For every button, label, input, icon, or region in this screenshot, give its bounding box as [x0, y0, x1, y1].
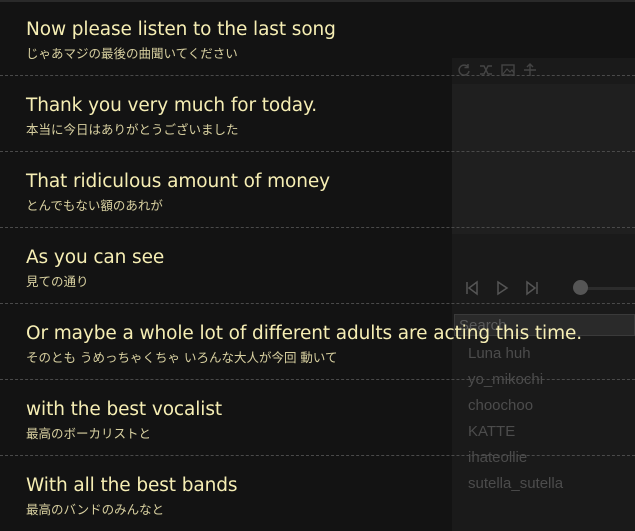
lyric-english: Thank you very much for today.: [26, 95, 318, 116]
lyric-japanese: じゃあマジの最後の曲聞いてください: [26, 46, 238, 61]
lyric-line: That ridiculous amount of money とんでもない額の…: [0, 152, 635, 228]
lyric-japanese: そのとも うめっちゃくちゃ いろんな大人が今回 動いて: [26, 350, 338, 365]
lyrics-overlay-page: Luna huh yo_mikochi choochoo KATTE ihate…: [0, 0, 635, 531]
lyric-japanese: 最高のボーカリストと: [26, 426, 152, 441]
lyric-line: Or maybe a whole lot of different adults…: [0, 304, 635, 380]
lyric-english: With all the best bands: [26, 475, 238, 496]
lyric-english: Or maybe a whole lot of different adults…: [26, 323, 583, 344]
lyric-english: As you can see: [26, 247, 165, 268]
lyric-line: Thank you very much for today. 本当に今日はありが…: [0, 76, 635, 152]
lyric-english: with the best vocalist: [26, 399, 223, 420]
lyric-line: With all the best bands 最高のバンドのみんなと: [0, 456, 635, 531]
lyric-japanese: 見ての通り: [26, 274, 89, 289]
lyric-english: That ridiculous amount of money: [26, 171, 330, 192]
lyric-japanese: 最高のバンドのみんなと: [26, 502, 165, 517]
lyric-line: Now please listen to the last song じゃあマジ…: [0, 0, 635, 76]
lyric-line: As you can see 見ての通り: [0, 228, 635, 304]
lyric-english: Now please listen to the last song: [26, 19, 336, 40]
lyric-japanese: 本当に今日はありがとうございました: [26, 122, 239, 137]
lyrics-list: Now please listen to the last song じゃあマジ…: [0, 0, 635, 531]
lyric-japanese: とんでもない額のあれが: [26, 198, 163, 213]
lyric-line: with the best vocalist 最高のボーカリストと: [0, 380, 635, 456]
